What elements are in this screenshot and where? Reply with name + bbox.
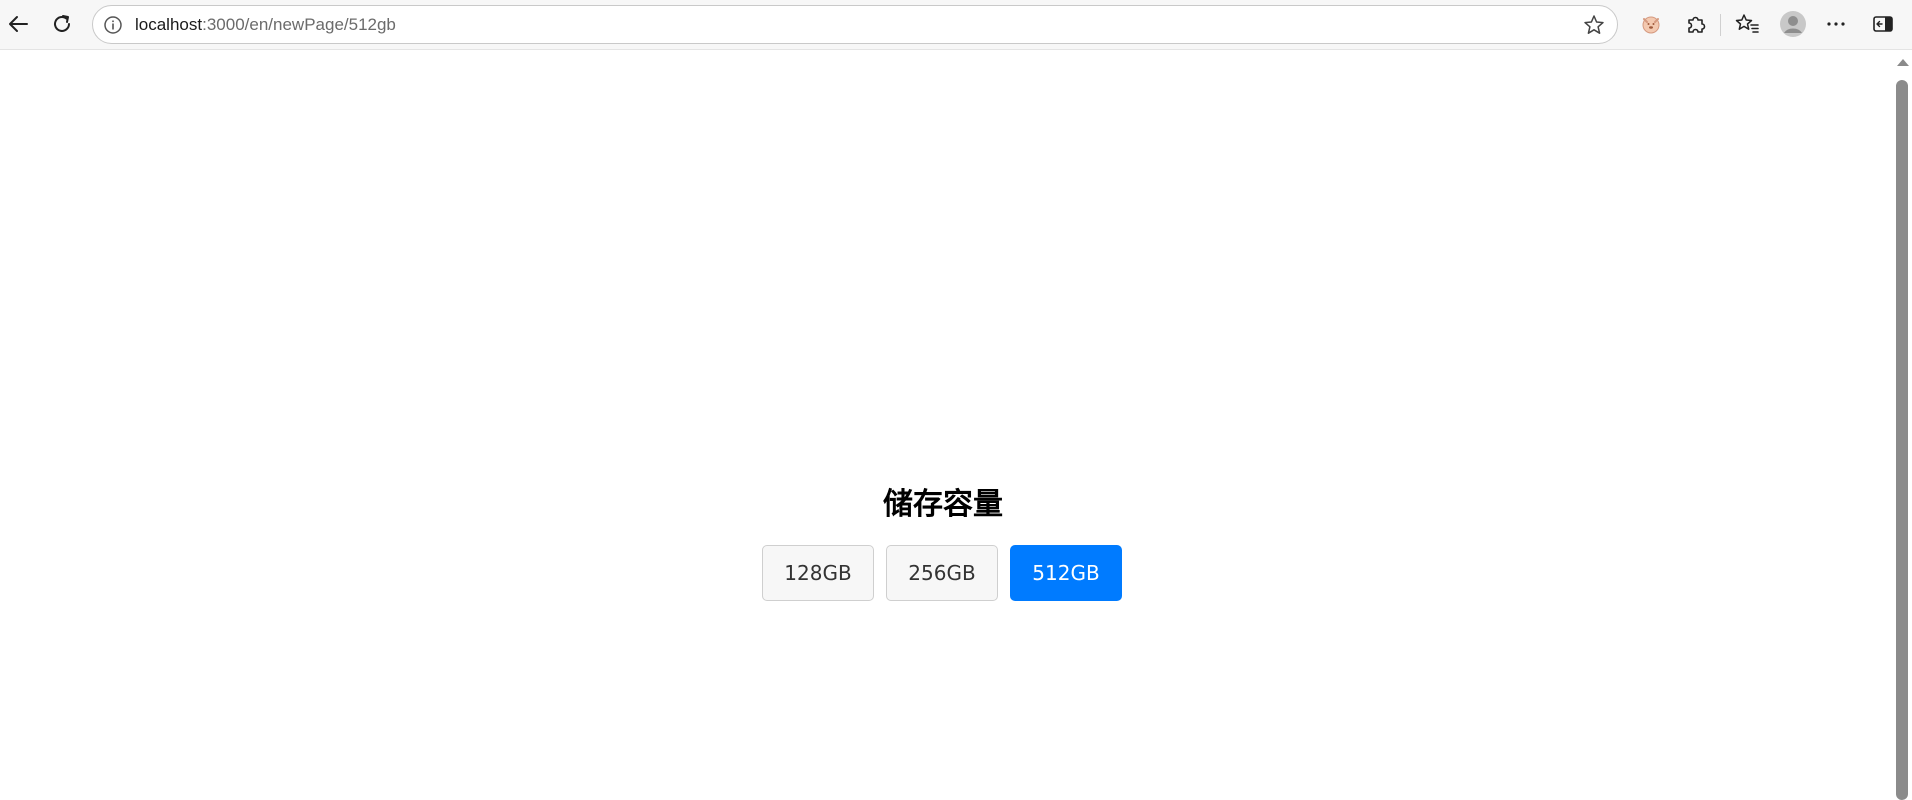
option-256gb-button[interactable]: 256GB	[886, 545, 998, 601]
address-bar[interactable]: localhost:3000/en/newPage/512gb	[92, 5, 1618, 44]
browser-toolbar: localhost:3000/en/newPage/512gb	[0, 0, 1912, 50]
favorites-icon	[1735, 14, 1759, 33]
favorites-button[interactable]	[1729, 6, 1765, 42]
reload-icon	[54, 15, 70, 32]
profile-avatar-icon	[1780, 11, 1806, 37]
back-arrow-icon	[9, 16, 28, 32]
url-host: localhost	[135, 15, 203, 34]
option-128gb-button[interactable]: 128GB	[762, 545, 874, 601]
page-title: 储存容量	[883, 487, 1003, 522]
sidebar-toggle-button[interactable]	[1865, 6, 1901, 42]
scroll-thumb[interactable]	[1896, 80, 1908, 800]
page-content: 储存容量 128GB 256GB 512GB	[0, 51, 1892, 790]
profile-button[interactable]	[1775, 6, 1811, 42]
option-512gb-button[interactable]: 512GB	[1010, 545, 1122, 601]
more-dots-icon	[1827, 22, 1845, 26]
scroll-up-arrow-icon[interactable]	[1897, 59, 1909, 66]
storage-options: 128GB 256GB 512GB	[762, 545, 1122, 601]
menu-button[interactable]	[1818, 6, 1854, 42]
star-icon[interactable]	[1583, 14, 1605, 36]
info-icon[interactable]	[103, 15, 123, 35]
reload-button[interactable]	[44, 6, 80, 42]
url-path: :3000/en/newPage/512gb	[202, 15, 396, 34]
fox-extension-icon	[1642, 16, 1660, 34]
url-text[interactable]: localhost:3000/en/newPage/512gb	[135, 6, 396, 43]
toolbar-divider	[1720, 14, 1721, 36]
back-button[interactable]	[0, 6, 36, 42]
extension-button-fox[interactable]	[1633, 6, 1669, 42]
sidebar-toggle-icon	[1873, 16, 1893, 32]
puzzle-icon	[1688, 16, 1706, 33]
page-scrollbar[interactable]	[1892, 51, 1912, 800]
extensions-button[interactable]	[1678, 6, 1714, 42]
